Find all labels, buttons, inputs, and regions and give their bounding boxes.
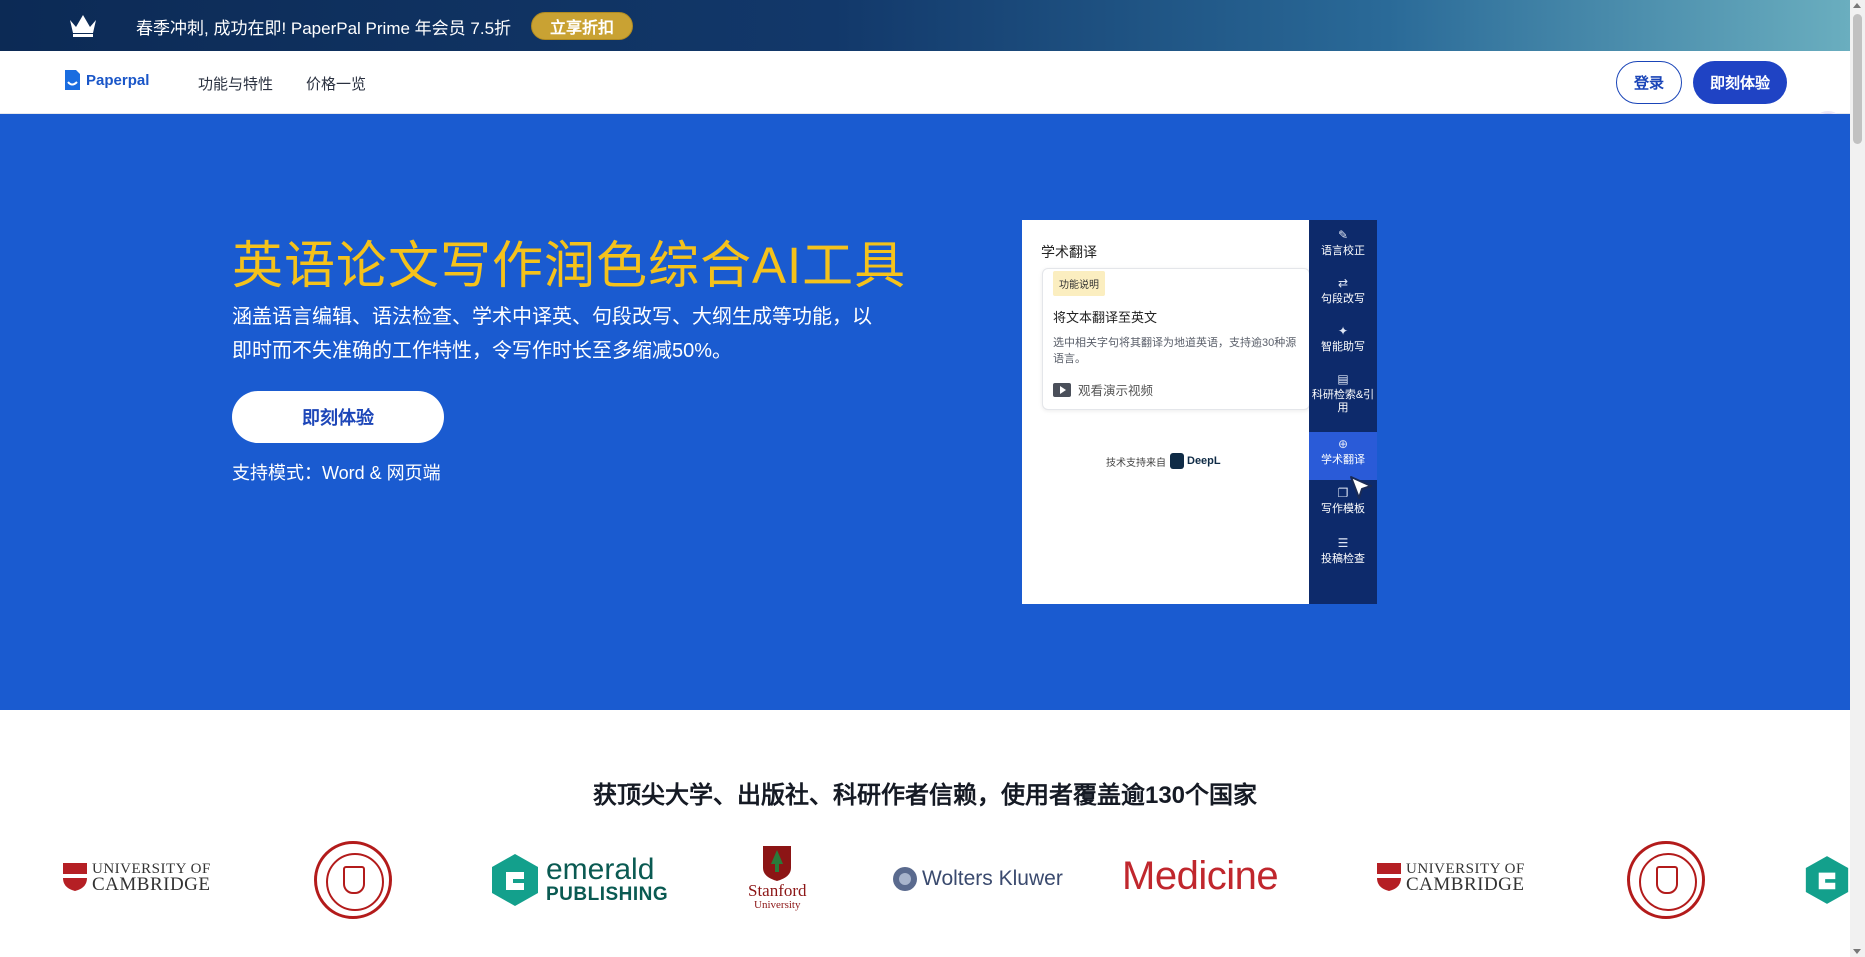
scrollbar-thumb[interactable]	[1853, 14, 1862, 144]
hero-section: 英语论文写作润色综合AI工具 涵盖语言编辑、语法检查、学术中译英、句段改写、大纲…	[0, 114, 1850, 710]
cornell-logo	[1627, 841, 1705, 919]
crown-icon	[70, 15, 96, 37]
nav-features-link[interactable]: 功能与特性	[198, 73, 273, 94]
partner-logos: UNIVERSITY OF CAMBRIDGE emerald PUBLISHI…	[0, 836, 1850, 926]
mouse-cursor-icon	[1350, 476, 1372, 499]
wolters-kluwer-logo: Wolters Kluwer	[892, 866, 1063, 892]
emerald-mark-icon	[492, 854, 538, 906]
sidebar-item-label: 科研检索&引用	[1311, 389, 1375, 414]
promo-banner: 春季冲刺, 成功在即! PaperPal Prime 年会员 7.5折 立享折扣	[0, 0, 1850, 51]
feature-heading: 将文本翻译至英文	[1053, 310, 1158, 325]
sidebar-item-rewrite[interactable]: ⇄ 句段改写	[1309, 276, 1377, 306]
top-nav: Paperpal 功能与特性 价格一览 登录 即刻体验	[0, 51, 1850, 114]
globe-icon: ⊕	[1337, 437, 1349, 451]
feature-card: 功能说明 将文本翻译至英文 选中相关字句将其翻译为地道英语，支持逾30种源语言。…	[1042, 268, 1310, 410]
sidebar-item-smart-write[interactable]: ✦ 智能助写	[1309, 324, 1377, 354]
stanford-logo: Stanford University	[748, 844, 807, 911]
panel-title: 学术翻译	[1041, 244, 1097, 260]
sidebar-item-label: 句段改写	[1321, 293, 1365, 305]
promo-discount-button[interactable]: 立享折扣	[531, 12, 634, 40]
feature-body: 选中相关字句将其翻译为地道英语，支持逾30种源语言。	[1053, 337, 1297, 365]
rewrite-icon: ⇄	[1337, 276, 1349, 290]
cornell-seal-icon	[314, 841, 392, 919]
feature-tag: 功能说明	[1053, 271, 1105, 296]
page-scrollbar[interactable]	[1850, 0, 1865, 957]
watch-video-link[interactable]: 观看演示视频	[1053, 380, 1153, 399]
panel-sidebar: ✎ 语言校正 ⇄ 句段改写 ✦ 智能助写 ▤ 科研检索&引用 ⊕ 学术翻译 ❐ …	[1309, 220, 1377, 604]
try-now-nav-button[interactable]: 即刻体验	[1693, 61, 1787, 104]
deepl-logo-icon	[1170, 453, 1184, 469]
emerald-line-1: emerald	[546, 853, 655, 886]
cambridge-shield-icon	[1377, 863, 1401, 891]
watch-video-label: 观看演示视频	[1078, 384, 1154, 398]
pen-icon: ✎	[1337, 228, 1349, 242]
deepl-brand: DeepL	[1187, 455, 1221, 467]
powered-by: 技术支持来自 DeepL	[1106, 453, 1221, 469]
sidebar-item-academic-translation[interactable]: ⊕ 学术翻译	[1309, 432, 1377, 480]
scroll-up-icon[interactable]	[1853, 3, 1861, 8]
scroll-down-icon[interactable]	[1853, 949, 1861, 954]
stanford-line-1: Stanford	[748, 881, 807, 900]
emerald-line-2: PUBLISHING	[546, 884, 669, 905]
sidebar-item-research-citation[interactable]: ▤ 科研检索&引用	[1309, 372, 1377, 415]
sidebar-item-label: 学术翻译	[1321, 454, 1365, 466]
sparkle-icon: ✦	[1337, 324, 1349, 338]
cambridge-shield-icon	[63, 863, 87, 891]
nav-pricing-link[interactable]: 价格一览	[306, 73, 366, 94]
wolters-kluwer-text: Wolters Kluwer	[922, 867, 1063, 890]
hero-description: 涵盖语言编辑、语法检查、学术中译英、句段改写、大纲生成等功能，以即时而不失准确的…	[232, 306, 872, 362]
promo-text: 春季冲刺, 成功在即! PaperPal Prime 年会员 7.5折	[136, 19, 512, 38]
medicine-logo: Medicine	[1122, 854, 1279, 899]
emerald-logo-partial	[1804, 852, 1850, 908]
cambridge-line-2: CAMBRIDGE	[1406, 874, 1525, 895]
login-button[interactable]: 登录	[1616, 61, 1682, 104]
checklist-icon: ☰	[1337, 536, 1349, 550]
stanford-line-2: University	[754, 899, 801, 911]
product-preview-panel: 学术翻译 功能说明 将文本翻译至英文 选中相关字句将其翻译为地道英语，支持逾30…	[1022, 220, 1377, 604]
sidebar-item-label: 写作模板	[1321, 503, 1365, 515]
medicine-text: Medicine	[1122, 854, 1279, 898]
stanford-tree-icon	[763, 846, 792, 881]
hero-title: 英语论文写作润色综合AI工具	[232, 237, 907, 294]
emerald-logo: emerald PUBLISHING	[490, 852, 668, 908]
wolters-kluwer-mark-icon	[893, 867, 917, 891]
cambridge-logo: UNIVERSITY OF CAMBRIDGE	[62, 862, 211, 895]
emerald-mark-icon	[1805, 856, 1849, 904]
sidebar-item-label: 投稿检查	[1321, 553, 1365, 565]
book-search-icon: ▤	[1337, 372, 1349, 386]
sidebar-item-label: 语言校正	[1321, 245, 1365, 257]
powered-by-label: 技术支持来自	[1106, 457, 1166, 469]
paperpal-logo-icon	[65, 70, 80, 90]
sidebar-item-language-correction[interactable]: ✎ 语言校正	[1309, 228, 1377, 258]
cambridge-line-2: CAMBRIDGE	[92, 874, 211, 895]
paperpal-logo[interactable]: Paperpal	[62, 68, 149, 92]
sidebar-item-label: 智能助写	[1321, 341, 1365, 353]
hero-try-button[interactable]: 即刻体验	[232, 391, 444, 443]
cornell-logo	[314, 841, 392, 919]
hero-support-modes: 支持模式：Word & 网页端	[232, 463, 441, 483]
logo-text: Paperpal	[86, 71, 150, 89]
cornell-seal-icon	[1627, 841, 1705, 919]
sidebar-item-submission-check[interactable]: ☰ 投稿检查	[1309, 536, 1377, 566]
cambridge-logo: UNIVERSITY OF CAMBRIDGE	[1376, 862, 1525, 895]
play-icon	[1053, 382, 1071, 397]
trust-title: 获顶尖大学、出版社、科研作者信赖，使用者覆盖逾130个国家	[592, 782, 1258, 809]
